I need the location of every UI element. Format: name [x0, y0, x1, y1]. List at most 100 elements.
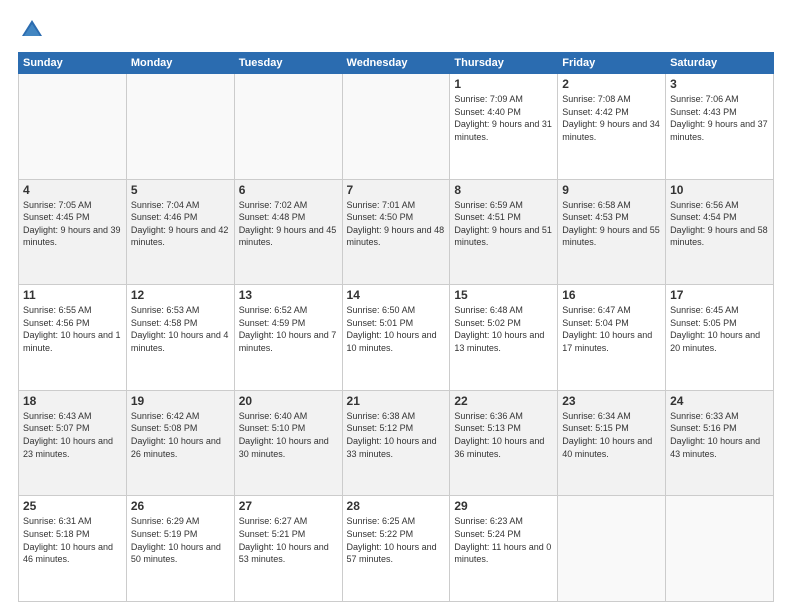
day-detail: Sunrise: 6:40 AM Sunset: 5:10 PM Dayligh… [239, 410, 338, 460]
day-number: 25 [23, 499, 122, 513]
calendar-day-cell: 20 Sunrise: 6:40 AM Sunset: 5:10 PM Dayli… [234, 390, 342, 496]
logo-icon [18, 16, 46, 44]
weekday-header: Monday [126, 53, 234, 74]
day-number: 18 [23, 394, 122, 408]
day-number: 28 [347, 499, 446, 513]
calendar-day-cell [19, 74, 127, 180]
day-detail: Sunrise: 7:01 AM Sunset: 4:50 PM Dayligh… [347, 199, 446, 249]
calendar-day-cell: 16Sunrise: 6:47 AM Sunset: 5:04 PM Dayli… [558, 285, 666, 391]
day-number: 9 [562, 183, 661, 197]
day-detail: Sunrise: 6:38 AM Sunset: 5:12 PM Dayligh… [347, 410, 446, 460]
calendar-table: SundayMondayTuesdayWednesdayThursdayFrid… [18, 52, 774, 602]
day-number: 23 [562, 394, 661, 408]
day-detail: Sunrise: 6:56 AM Sunset: 4:54 PM Dayligh… [670, 199, 769, 249]
calendar-header-row: SundayMondayTuesdayWednesdayThursdayFrid… [19, 53, 774, 74]
day-detail: Sunrise: 6:52 AM Sunset: 4:59 PM Dayligh… [239, 304, 338, 354]
weekday-header: Tuesday [234, 53, 342, 74]
day-detail: Sunrise: 7:06 AM Sunset: 4:43 PM Dayligh… [670, 93, 769, 143]
day-detail: Sunrise: 6:50 AM Sunset: 5:01 PM Dayligh… [347, 304, 446, 354]
day-detail: Sunrise: 6:59 AM Sunset: 4:51 PM Dayligh… [454, 199, 553, 249]
calendar-day-cell: 28 Sunrise: 6:25 AM Sunset: 5:22 PM Dayli… [342, 496, 450, 602]
calendar-day-cell: 5Sunrise: 7:04 AM Sunset: 4:46 PM Daylig… [126, 179, 234, 285]
weekday-header: Saturday [666, 53, 774, 74]
calendar-day-cell: 21 Sunrise: 6:38 AM Sunset: 5:12 PM Dayli… [342, 390, 450, 496]
calendar-day-cell: 23 Sunrise: 6:34 AM Sunset: 5:15 PM Dayli… [558, 390, 666, 496]
calendar-day-cell: 13Sunrise: 6:52 AM Sunset: 4:59 PM Dayli… [234, 285, 342, 391]
day-number: 15 [454, 288, 553, 302]
day-detail: Sunrise: 6:45 AM Sunset: 5:05 PM Dayligh… [670, 304, 769, 354]
calendar-day-cell: 24 Sunrise: 6:33 AM Sunset: 5:16 PM Dayli… [666, 390, 774, 496]
day-detail: Sunrise: 6:55 AM Sunset: 4:56 PM Dayligh… [23, 304, 122, 354]
calendar-day-cell: 12 Sunrise: 6:53 AM Sunset: 4:58 PM Dayli… [126, 285, 234, 391]
header [18, 16, 774, 44]
day-number: 12 [131, 288, 230, 302]
calendar-day-cell: 3 Sunrise: 7:06 AM Sunset: 4:43 PM Daylig… [666, 74, 774, 180]
calendar-week-row: 25 Sunrise: 6:31 AM Sunset: 5:18 PM Dayli… [19, 496, 774, 602]
calendar-week-row: 18Sunrise: 6:43 AM Sunset: 5:07 PM Dayli… [19, 390, 774, 496]
calendar-day-cell: 11 Sunrise: 6:55 AM Sunset: 4:56 PM Dayli… [19, 285, 127, 391]
calendar-day-cell: 7 Sunrise: 7:01 AM Sunset: 4:50 PM Daylig… [342, 179, 450, 285]
day-detail: Sunrise: 6:33 AM Sunset: 5:16 PM Dayligh… [670, 410, 769, 460]
calendar-day-cell: 25 Sunrise: 6:31 AM Sunset: 5:18 PM Dayli… [19, 496, 127, 602]
day-number: 7 [347, 183, 446, 197]
calendar-day-cell [342, 74, 450, 180]
weekday-header: Wednesday [342, 53, 450, 74]
day-detail: Sunrise: 6:48 AM Sunset: 5:02 PM Dayligh… [454, 304, 553, 354]
day-number: 8 [454, 183, 553, 197]
day-detail: Sunrise: 6:25 AM Sunset: 5:22 PM Dayligh… [347, 515, 446, 565]
day-detail: Sunrise: 7:09 AM Sunset: 4:40 PM Dayligh… [454, 93, 553, 143]
calendar-day-cell [666, 496, 774, 602]
day-number: 1 [454, 77, 553, 91]
day-detail: Sunrise: 7:08 AM Sunset: 4:42 PM Dayligh… [562, 93, 661, 143]
day-number: 27 [239, 499, 338, 513]
calendar-day-cell: 9 Sunrise: 6:58 AM Sunset: 4:53 PM Daylig… [558, 179, 666, 285]
day-number: 17 [670, 288, 769, 302]
logo [18, 16, 50, 44]
day-detail: Sunrise: 6:58 AM Sunset: 4:53 PM Dayligh… [562, 199, 661, 249]
calendar-day-cell: 18Sunrise: 6:43 AM Sunset: 5:07 PM Dayli… [19, 390, 127, 496]
calendar-day-cell: 26 Sunrise: 6:29 AM Sunset: 5:19 PM Dayli… [126, 496, 234, 602]
day-number: 4 [23, 183, 122, 197]
day-number: 16 [562, 288, 661, 302]
day-detail: Sunrise: 6:34 AM Sunset: 5:15 PM Dayligh… [562, 410, 661, 460]
day-number: 21 [347, 394, 446, 408]
calendar-day-cell: 1 Sunrise: 7:09 AM Sunset: 4:40 PM Daylig… [450, 74, 558, 180]
calendar-day-cell [234, 74, 342, 180]
calendar-week-row: 4 Sunrise: 7:05 AM Sunset: 4:45 PM Daylig… [19, 179, 774, 285]
calendar-day-cell: 22 Sunrise: 6:36 AM Sunset: 5:13 PM Dayli… [450, 390, 558, 496]
calendar-day-cell: 27 Sunrise: 6:27 AM Sunset: 5:21 PM Dayli… [234, 496, 342, 602]
day-detail: Sunrise: 6:36 AM Sunset: 5:13 PM Dayligh… [454, 410, 553, 460]
calendar-week-row: 11 Sunrise: 6:55 AM Sunset: 4:56 PM Dayli… [19, 285, 774, 391]
day-number: 20 [239, 394, 338, 408]
day-detail: Sunrise: 6:53 AM Sunset: 4:58 PM Dayligh… [131, 304, 230, 354]
calendar-day-cell [126, 74, 234, 180]
weekday-header: Sunday [19, 53, 127, 74]
calendar-week-row: 1 Sunrise: 7:09 AM Sunset: 4:40 PM Daylig… [19, 74, 774, 180]
calendar-day-cell: 15 Sunrise: 6:48 AM Sunset: 5:02 PM Dayli… [450, 285, 558, 391]
calendar-day-cell: 10Sunrise: 6:56 AM Sunset: 4:54 PM Dayli… [666, 179, 774, 285]
page: SundayMondayTuesdayWednesdayThursdayFrid… [0, 0, 792, 612]
weekday-header: Thursday [450, 53, 558, 74]
day-number: 3 [670, 77, 769, 91]
day-detail: Sunrise: 7:02 AM Sunset: 4:48 PM Dayligh… [239, 199, 338, 249]
calendar-day-cell: 4 Sunrise: 7:05 AM Sunset: 4:45 PM Daylig… [19, 179, 127, 285]
calendar-day-cell: 17 Sunrise: 6:45 AM Sunset: 5:05 PM Dayli… [666, 285, 774, 391]
day-detail: Sunrise: 6:31 AM Sunset: 5:18 PM Dayligh… [23, 515, 122, 565]
calendar-day-cell: 8 Sunrise: 6:59 AM Sunset: 4:51 PM Daylig… [450, 179, 558, 285]
calendar-day-cell [558, 496, 666, 602]
day-number: 6 [239, 183, 338, 197]
day-number: 19 [131, 394, 230, 408]
day-detail: Sunrise: 6:23 AM Sunset: 5:24 PM Dayligh… [454, 515, 553, 565]
day-detail: Sunrise: 6:29 AM Sunset: 5:19 PM Dayligh… [131, 515, 230, 565]
calendar-day-cell: 19Sunrise: 6:42 AM Sunset: 5:08 PM Dayli… [126, 390, 234, 496]
day-detail: Sunrise: 7:05 AM Sunset: 4:45 PM Dayligh… [23, 199, 122, 249]
day-number: 24 [670, 394, 769, 408]
day-number: 11 [23, 288, 122, 302]
day-number: 26 [131, 499, 230, 513]
day-number: 5 [131, 183, 230, 197]
day-detail: Sunrise: 6:27 AM Sunset: 5:21 PM Dayligh… [239, 515, 338, 565]
day-number: 22 [454, 394, 553, 408]
day-number: 14 [347, 288, 446, 302]
calendar-day-cell: 29Sunrise: 6:23 AM Sunset: 5:24 PM Dayli… [450, 496, 558, 602]
weekday-header: Friday [558, 53, 666, 74]
